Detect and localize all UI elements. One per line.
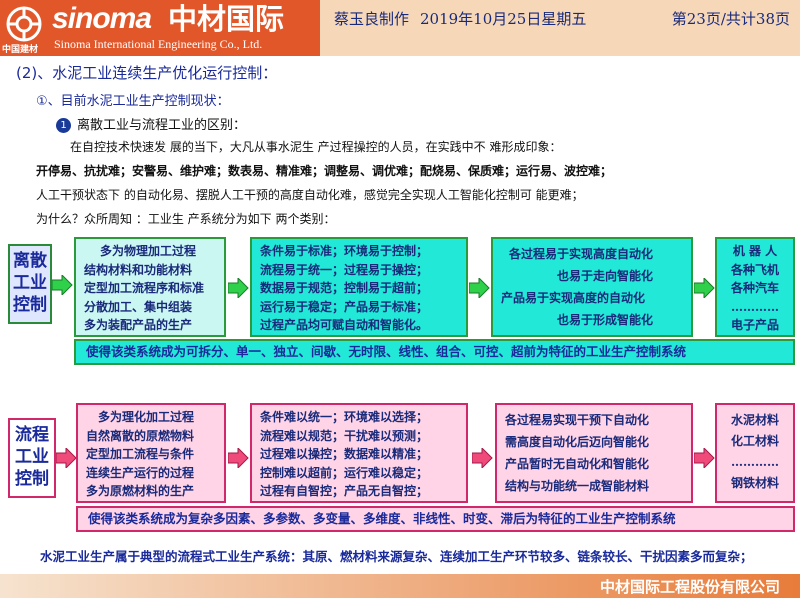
company-logo: 中国建材 sinoma 中材国际 Sinoma International En… [0, 0, 320, 56]
label-line: 控制 [15, 469, 49, 489]
label-line: 工业 [13, 273, 47, 293]
box-line: 化工材料 [730, 434, 779, 448]
footer-note: 水泥工业生产属于典型的流程式工业生产系统：其原、燃材料来源复杂、连续加工生产环节… [40, 549, 753, 564]
process-products-box: 水泥材料 化工材料 ………… 钢铁材料 [715, 403, 795, 503]
process-summary-bar: 使得该类系统成为复杂多因素、多参数、多变量、多维度、非线性、时变、滞后为特征的工… [76, 506, 795, 532]
box-line: 多为物理加工过程 [100, 244, 197, 258]
box-line: 也易于形成智能化 [557, 313, 654, 327]
slide-header: 中国建材 sinoma 中材国际 Sinoma International En… [0, 0, 800, 56]
logo-company-name: Sinoma International Engineering Co., Lt… [54, 37, 263, 51]
box-line: 水泥材料 [730, 413, 779, 427]
slide-page-number: 第23页/共计38页 [671, 10, 790, 28]
box-line: 自然离散的原燃物料 [86, 428, 195, 443]
paragraph-3: 人工干预状态下 的自动化易、摆脱人工干预的高度自动化难，感觉完全实现人工智能化控… [36, 188, 584, 202]
box-line: 产品易于实现高度的自动化 [501, 291, 646, 305]
label-line: 离散 [13, 251, 47, 271]
box-line: 流程易于统一；过程易于操控； [260, 262, 429, 277]
discrete-summary-bar: 使得该类系统成为可拆分、单一、独立、间歇、无时限、线性、组合、可控、超前为特征的… [74, 339, 795, 365]
numbered-bullet-icon: 1 [56, 118, 71, 133]
box-line: 各过程易实现干预下自动化 [505, 413, 650, 427]
label-line: 控制 [13, 295, 47, 315]
box-line: 条件易于标准；环境易于控制； [260, 244, 429, 258]
label-line: 流程 [15, 425, 49, 445]
arrow-right-icon [694, 448, 715, 468]
box-line: 需高度自动化后迈向智能化 [505, 435, 650, 449]
paragraph-2: 开停易、抗扰难；安警易、维护难；数表易、精准难；调整易、调优难；配烧易、保质难；… [36, 164, 613, 178]
paragraph-4: 为什么？众所周知 ：工业生 产系统分为如下 两个类别： [36, 212, 336, 226]
footer-bar: 中材国际工程股份有限公司 [0, 574, 800, 598]
bullet-heading: 1 离散工业与流程工业的区别： [56, 114, 246, 133]
arrow-right-icon [52, 275, 73, 295]
box-line: ………… [731, 455, 779, 469]
process-conditions-box: 条件难以统一；环境难以选择； 流程难以规范；干扰难以预测； 过程难以操控；数据难… [250, 403, 468, 503]
label-line: 工业 [15, 447, 49, 467]
discrete-features-box: 多为物理加工过程 结构材料和功能材料 定型加工流程序和标准 分散加工、集中组装 … [74, 237, 226, 337]
discrete-industry-label: 离散 工业 控制 [8, 244, 52, 324]
box-line: 钢铁材料 [730, 476, 779, 490]
box-line: 过程有自智控；产品无自智控； [260, 484, 429, 498]
discrete-outcome-box: 各过程易于实现高度自动化 也易于走向智能化 产品易于实现高度的自动化 也易于形成… [491, 237, 693, 337]
box-line: 控制难以超前；运行难以稳定； [260, 465, 429, 480]
paragraph-1: 在自控技术快速发 展的当下，大凡从事水泥生 产过程操控的人员，在实践中不 难形成… [70, 140, 562, 154]
box-line: 多为装配产品的生产 [84, 318, 193, 332]
footer-company-name: 中材国际工程股份有限公司 [599, 578, 780, 596]
box-line: 过程产品均可赋自动和智能化。 [260, 318, 429, 332]
slide-date: 2019年10月25日星期五 [420, 10, 587, 28]
box-line: 多为原燃材料的生产 [86, 484, 195, 498]
process-features-box: 多为理化加工过程 自然离散的原燃物料 定型加工流程与条件 连续生产运行的过程 多… [76, 403, 226, 503]
discrete-conditions-box: 条件易于标准；环境易于控制； 流程易于统一；过程易于操控； 数据易于规范；控制易… [250, 237, 468, 337]
sinoma-emblem-icon [6, 6, 42, 42]
process-industry-label: 流程 工业 控制 [8, 418, 56, 498]
box-line: 条件难以统一；环境难以选择； [260, 410, 429, 424]
arrow-right-icon [228, 448, 249, 468]
box-line: 过程难以操控；数据难以精准； [260, 447, 429, 461]
box-line: 机 器 人 [732, 244, 778, 258]
box-line: 流程难以规范；干扰难以预测； [260, 428, 429, 443]
box-line: 也易于走向智能化 [557, 269, 654, 283]
logo-wordmark-en: sinoma [52, 2, 152, 35]
box-line: 定型加工流程与条件 [86, 447, 195, 461]
box-line: 各种飞机 [730, 262, 779, 277]
box-line: 运行易于稳定；产品易于标准； [260, 299, 429, 314]
box-line: 分散加工、集中组装 [84, 299, 193, 314]
box-line: 连续生产运行的过程 [86, 465, 195, 480]
box-line: 结构与功能统一成智能材料 [505, 479, 650, 493]
box-line: 电子产品 [730, 318, 779, 332]
box-line: 产品暂时无自动化和智能化 [505, 457, 650, 471]
box-line: 各过程易于实现高度自动化 [509, 247, 654, 261]
box-line: 各种汽车 [730, 281, 779, 295]
box-line: 结构材料和功能材料 [84, 262, 193, 277]
box-line: ………… [731, 299, 779, 314]
logo-wordmark-cn: 中材国际 [168, 2, 285, 36]
box-line: 数据易于规范；控制易于超前； [260, 281, 429, 295]
discrete-products-box: 机 器 人 各种飞机 各种汽车 ………… 电子产品 [715, 237, 795, 337]
bullet-text: 离散工业与流程工业的区别： [77, 118, 247, 133]
arrow-right-icon [56, 448, 77, 468]
slide-author: 蔡玉良制作 [334, 10, 410, 28]
subsection-title: ①、目前水泥工业生产控制现状： [36, 94, 230, 109]
arrow-right-icon [228, 278, 249, 298]
logo-subtitle: 中国建材 [2, 45, 39, 55]
section-title: (2)、水泥工业连续生产优化运行控制： [16, 64, 278, 82]
process-outcome-box: 各过程易实现干预下自动化 需高度自动化后迈向智能化 产品暂时无自动化和智能化 结… [495, 403, 693, 503]
arrow-right-icon [469, 278, 490, 298]
arrow-right-icon [694, 278, 715, 298]
arrow-right-icon [472, 448, 493, 468]
box-line: 多为理化加工过程 [98, 410, 195, 424]
box-line: 定型加工流程序和标准 [84, 281, 205, 295]
